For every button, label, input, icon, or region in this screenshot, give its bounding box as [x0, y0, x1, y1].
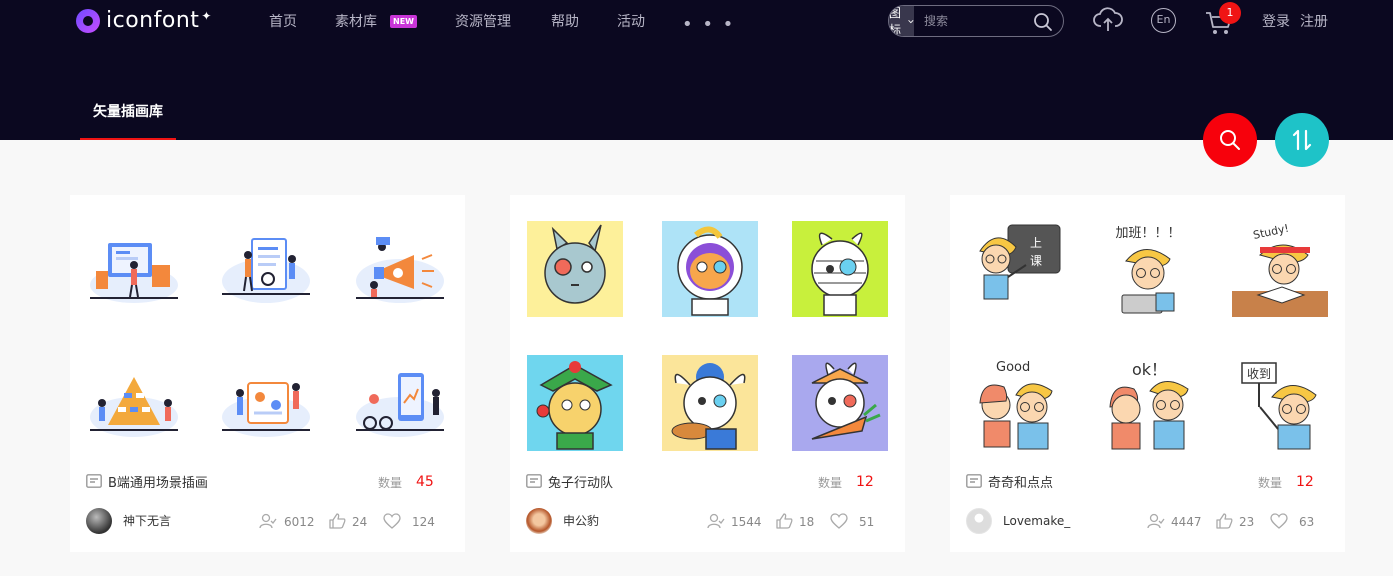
card-meta: B端通用场景插画 数量 45 [86, 473, 449, 493]
illustration-thumbnail: Study! [1232, 221, 1328, 317]
search-type-label: 图标 [889, 6, 902, 37]
sort-icon [1292, 129, 1312, 151]
favorite-count: 124 [412, 515, 435, 529]
avatar[interactable] [86, 508, 112, 534]
card-title[interactable]: B端通用场景插画 [108, 476, 208, 492]
illustration-thumbnail [86, 355, 182, 451]
new-badge: NEW [390, 15, 417, 28]
nav-home[interactable]: 首页 [269, 12, 297, 32]
heart-icon[interactable] [830, 513, 848, 529]
illustration-set-card[interactable]: B端通用场景插画 数量 45 神下无言 6012 24 124 [70, 195, 465, 552]
collection-icon [1147, 513, 1165, 529]
fab-search-button[interactable] [1203, 113, 1257, 167]
document-icon [966, 474, 982, 488]
illustration-thumbnail [352, 355, 448, 451]
svg-text:收到: 收到 [1247, 367, 1271, 381]
favorite-count: 51 [859, 515, 875, 529]
svg-text:Study!: Study! [1252, 222, 1290, 242]
search-icon[interactable] [1033, 12, 1053, 32]
like-count: 23 [1239, 515, 1255, 529]
svg-text:ok！: ok！ [1132, 360, 1167, 379]
quantity-label: 数量 [818, 476, 843, 490]
nav-activities[interactable]: 活动 [617, 12, 645, 32]
collection-count: 1544 [731, 515, 762, 529]
logo-mark-icon [76, 8, 100, 33]
quantity-label: 数量 [1258, 476, 1283, 490]
illustration-thumbnail [352, 221, 448, 317]
like-count: 24 [352, 515, 368, 529]
fab-sort-button[interactable] [1275, 113, 1329, 167]
card-footer: 申公豹 1544 18 51 [526, 507, 889, 535]
illustration-thumbnail: 收到 [1232, 355, 1328, 451]
svg-text:Good: Good [996, 360, 1030, 375]
svg-text:课: 课 [1030, 254, 1042, 268]
illustration-set-card[interactable]: 上课 加班！！！ Study! Good ok！ 收到 奇奇和点点 数量 12 … [950, 195, 1345, 552]
card-meta: 兔子行动队 数量 12 [526, 473, 889, 493]
illustration-thumbnail [218, 221, 314, 317]
illustration-set-card[interactable]: 兔子行动队 数量 12 申公豹 1544 18 51 [510, 195, 905, 552]
svg-text:加班！！！: 加班！！！ [1115, 226, 1180, 241]
search-icon [1220, 130, 1240, 150]
quantity-value: 12 [1296, 474, 1314, 490]
nav-help[interactable]: 帮助 [551, 12, 579, 32]
illustration-thumbnail: 上课 [968, 221, 1064, 317]
upload-cloud-icon[interactable] [1093, 7, 1123, 33]
card-title[interactable]: 奇奇和点点 [988, 476, 1053, 492]
like-icon[interactable] [1216, 513, 1233, 529]
login-link[interactable]: 登录 [1262, 12, 1290, 32]
cart-count-badge: 1 [1219, 2, 1241, 24]
more-dots-icon[interactable]: • • • [682, 14, 735, 35]
nav-resource-management[interactable]: 资源管理 [455, 12, 511, 32]
avatar[interactable] [526, 508, 552, 534]
illustration-thumbnail [527, 355, 623, 451]
collection-count: 4447 [1171, 515, 1202, 529]
active-tab-underline [80, 138, 176, 140]
heart-icon[interactable] [1270, 513, 1288, 529]
card-footer: Lovemake_ 4447 23 63 [966, 507, 1329, 535]
search-type-select[interactable]: 图标 [889, 6, 915, 37]
avatar[interactable] [966, 508, 992, 534]
like-icon[interactable] [776, 513, 793, 529]
document-icon [526, 474, 542, 488]
language-icon[interactable]: En [1151, 8, 1176, 33]
collection-icon [259, 513, 277, 529]
author-name[interactable]: 申公豹 [563, 513, 599, 529]
illustration-thumbnail [662, 355, 758, 451]
illustration-thumbnail [86, 221, 182, 317]
card-footer: 神下无言 6012 24 124 [86, 507, 449, 535]
register-link[interactable]: 注册 [1300, 12, 1328, 32]
search-box: 图标 [888, 5, 1064, 37]
tab-vector-illustrations[interactable]: 矢量插画库 [80, 102, 176, 122]
illustration-thumbnail: Good [968, 355, 1064, 451]
like-count: 18 [799, 515, 815, 529]
heart-icon[interactable] [383, 513, 401, 529]
like-icon[interactable] [329, 513, 346, 529]
illustration-thumbnail [792, 355, 888, 451]
favorite-count: 63 [1299, 515, 1315, 529]
illustration-thumbnail: 加班！！！ [1100, 221, 1196, 317]
quantity-value: 12 [856, 474, 874, 490]
author-name[interactable]: Lovemake_ [1003, 513, 1070, 529]
card-meta: 奇奇和点点 数量 12 [966, 473, 1329, 493]
illustration-thumbnail [662, 221, 758, 317]
collection-count: 6012 [284, 515, 315, 529]
card-title[interactable]: 兔子行动队 [548, 476, 613, 492]
illustration-thumbnail [218, 355, 314, 451]
logo-text: iconfont [106, 8, 200, 33]
collection-icon [707, 513, 725, 529]
top-header: iconfont ✦ 首页 素材库 NEW 资源管理 帮助 活动 • • • 图… [0, 0, 1393, 140]
document-icon [86, 474, 102, 488]
quantity-label: 数量 [378, 476, 403, 490]
quantity-value: 45 [416, 474, 434, 490]
illustration-thumbnail: ok！ [1100, 355, 1196, 451]
illustration-thumbnail [527, 221, 623, 317]
author-name[interactable]: 神下无言 [123, 513, 171, 529]
svg-text:上: 上 [1030, 236, 1042, 250]
nav-materials[interactable]: 素材库 [335, 12, 377, 32]
iconfont-logo[interactable]: iconfont ✦ [76, 8, 211, 33]
illustration-thumbnail [792, 221, 888, 317]
logo-plus-icon: ✦ [201, 8, 212, 23]
